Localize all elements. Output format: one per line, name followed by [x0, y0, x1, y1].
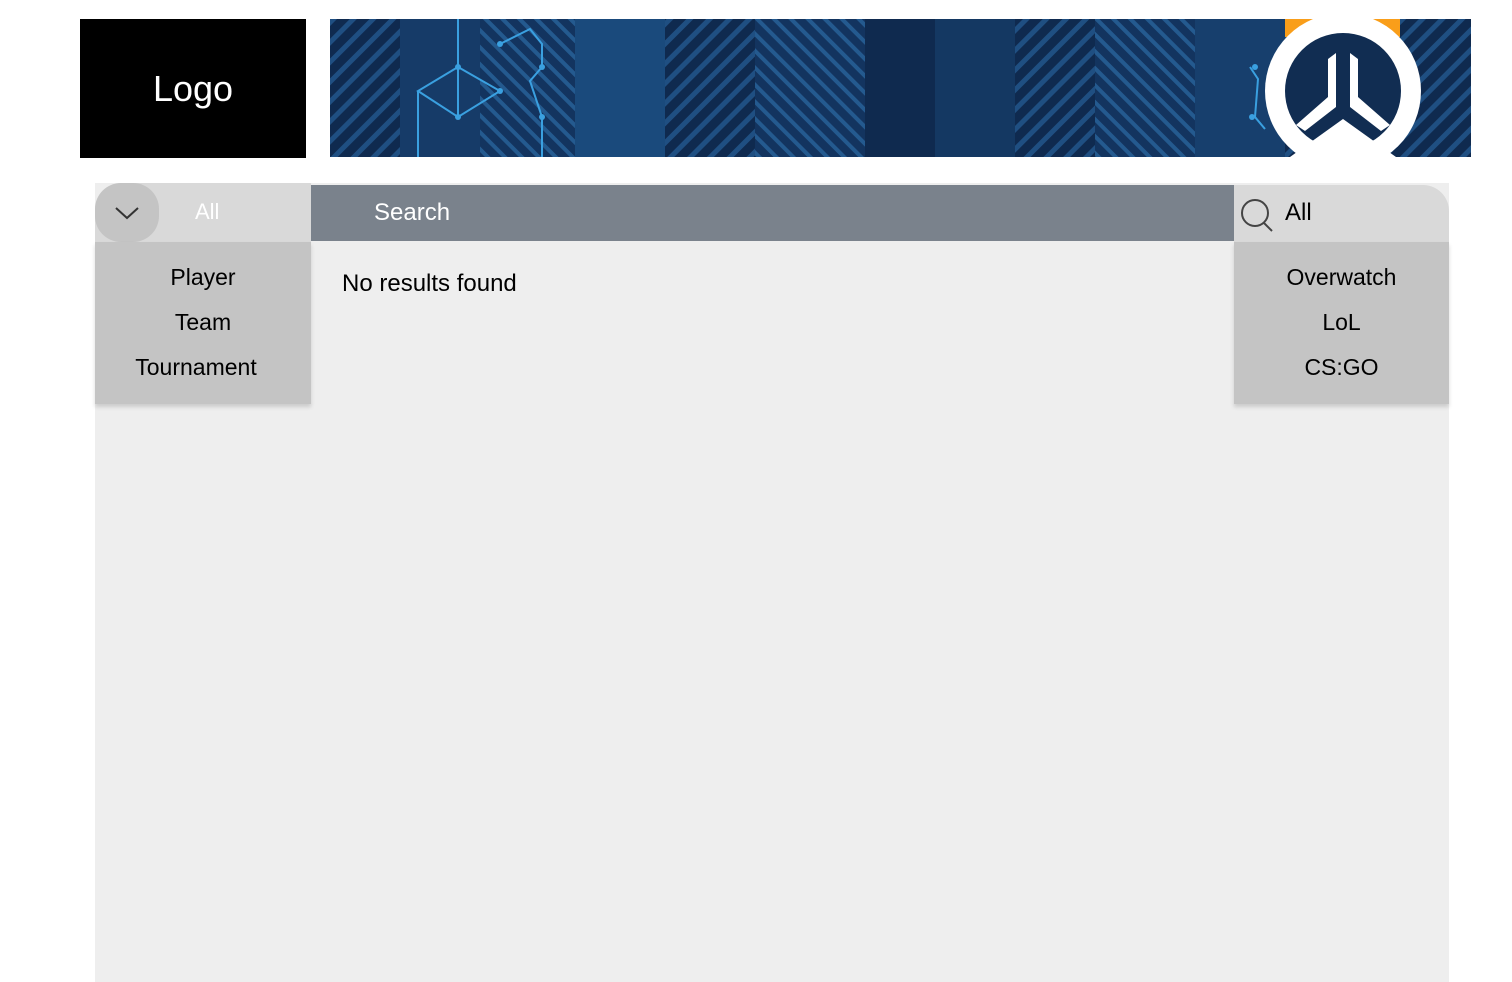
category-option-tournament[interactable]: Tournament [95, 354, 311, 381]
category-option-player[interactable]: Player [95, 264, 311, 291]
search-icon[interactable] [1239, 197, 1275, 233]
no-results-message: No results found [342, 270, 517, 297]
game-option-overwatch[interactable]: Overwatch [1234, 264, 1449, 291]
header-banner [330, 19, 1471, 157]
banner-graphic [330, 19, 1471, 157]
search-bar[interactable] [311, 185, 1234, 241]
game-option-csgo[interactable]: CS:GO [1234, 354, 1449, 381]
category-dropdown-menu: Player Team Tournament [95, 242, 311, 404]
category-option-team[interactable]: Team [95, 309, 311, 336]
chevron-down-icon [115, 206, 139, 219]
category-selected-value: All [195, 199, 220, 224]
category-dropdown-toggle[interactable] [95, 183, 159, 242]
logo-text: Logo [152, 67, 234, 109]
game-dropdown-menu: Overwatch LoL CS:GO [1234, 242, 1449, 404]
game-option-lol[interactable]: LoL [1234, 309, 1449, 336]
overwatch-emblem-icon [1265, 19, 1421, 157]
logo[interactable]: Logo [80, 19, 306, 158]
search-input[interactable] [374, 199, 1234, 227]
game-selected-value: All [1285, 199, 1312, 226]
